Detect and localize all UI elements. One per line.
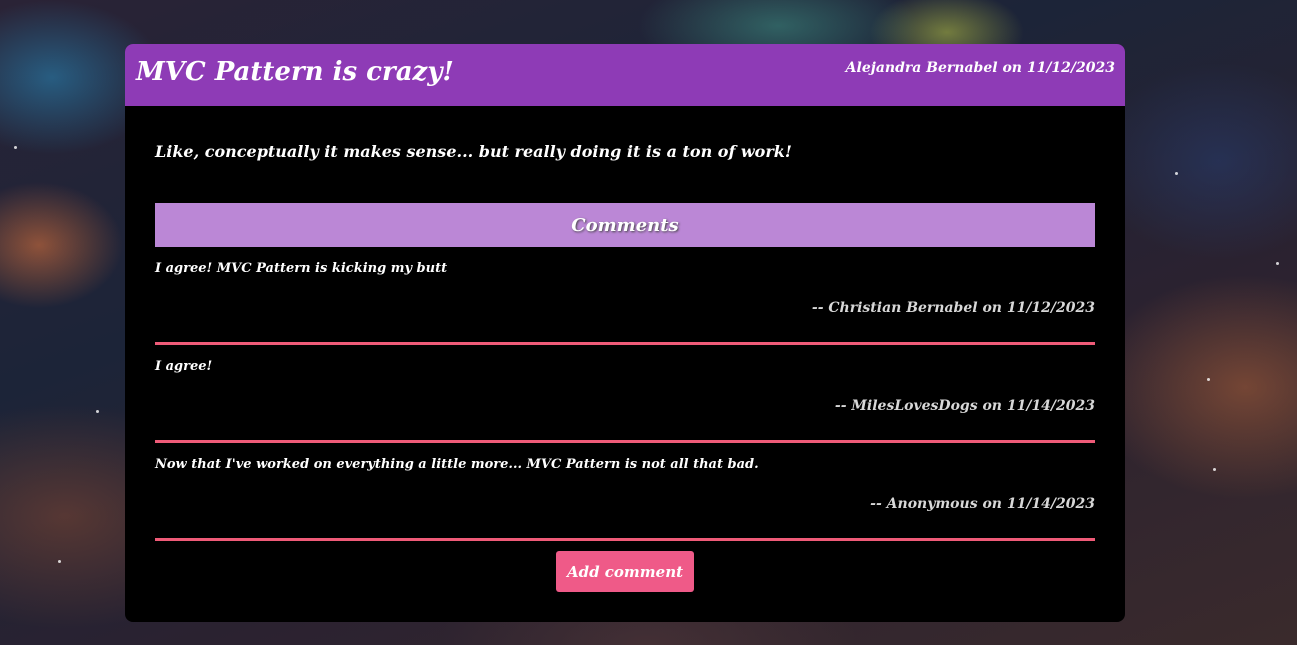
post-header: MVC Pattern is crazy! Alejandra Bernabel…	[125, 44, 1125, 106]
star-decoration	[1175, 172, 1178, 175]
comment-item: I agree! MVC Pattern is kicking my butt …	[155, 247, 1095, 345]
post-title: MVC Pattern is crazy!	[136, 57, 454, 87]
star-decoration	[58, 560, 61, 563]
star-decoration	[1276, 262, 1279, 265]
add-comment-button[interactable]: Add comment	[556, 551, 694, 592]
comments-heading: Comments	[155, 203, 1095, 247]
post-author-date: Alejandra Bernabel on 11/12/2023	[845, 60, 1115, 76]
star-decoration	[14, 146, 17, 149]
comment-item: Now that I've worked on everything a lit…	[155, 443, 1095, 541]
page-background: { "post": { "title": "MVC Pattern is cra…	[0, 0, 1297, 645]
comment-author-date: -- Anonymous on 11/14/2023	[870, 496, 1095, 512]
comment-author-date: -- Christian Bernabel on 11/12/2023	[811, 300, 1095, 316]
comment-text: Now that I've worked on everything a lit…	[155, 457, 759, 472]
comment-text: I agree! MVC Pattern is kicking my butt	[155, 261, 448, 276]
star-decoration	[96, 410, 99, 413]
post-card: MVC Pattern is crazy! Alejandra Bernabel…	[125, 44, 1125, 622]
star-decoration	[1213, 468, 1216, 471]
star-decoration	[1207, 378, 1210, 381]
post-body: Like, conceptually it makes sense... but…	[155, 142, 792, 161]
comment-item: I agree! -- MilesLovesDogs on 11/14/2023	[155, 345, 1095, 443]
comment-text: I agree!	[155, 359, 213, 374]
comment-author-date: -- MilesLovesDogs on 11/14/2023	[834, 398, 1095, 414]
